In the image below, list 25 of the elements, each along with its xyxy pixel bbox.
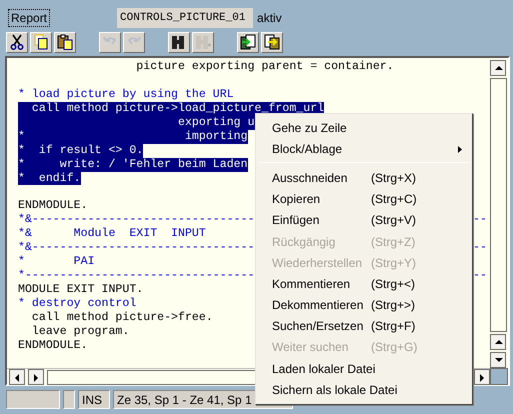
code-line: *& Module EXIT INPUT (18, 227, 206, 240)
code-line: * load picture by using the URL (18, 88, 234, 101)
code-line: * PAI (18, 255, 95, 268)
code-line: * endif. (18, 172, 81, 184)
code-line: *&-------------------------------- (18, 241, 255, 254)
code-line: *--------------------------------- (18, 269, 255, 282)
code-line: * destroy control (18, 296, 136, 310)
code-line: -- (473, 241, 487, 256)
report-label: Report (8, 9, 50, 27)
code-line: -- (473, 213, 487, 228)
code-line: * write: / 'Fehler beim Laden (18, 158, 248, 171)
code-line: call method picture->load_picture_from_url (30, 102, 324, 115)
code-line: exporting u (177, 116, 255, 129)
status-text: aktiv (257, 11, 282, 25)
code-line: MODULE EXIT INPUT. (18, 283, 144, 296)
code-line: leave program. (30, 324, 130, 338)
code-line: ENDMODULE. (18, 338, 88, 352)
code-line: ENDMODULE. (18, 199, 88, 212)
insert-mode-indicator: INS (78, 390, 110, 409)
code-line: call method picture->free. (30, 310, 213, 324)
code-line: picture exporting parent = container. (135, 60, 394, 73)
code-line: * importing (18, 130, 248, 143)
code-line: * if result <> 0. (18, 144, 144, 157)
code-line: *&-------------------------------- (18, 213, 255, 226)
code-line: -- (473, 269, 487, 284)
